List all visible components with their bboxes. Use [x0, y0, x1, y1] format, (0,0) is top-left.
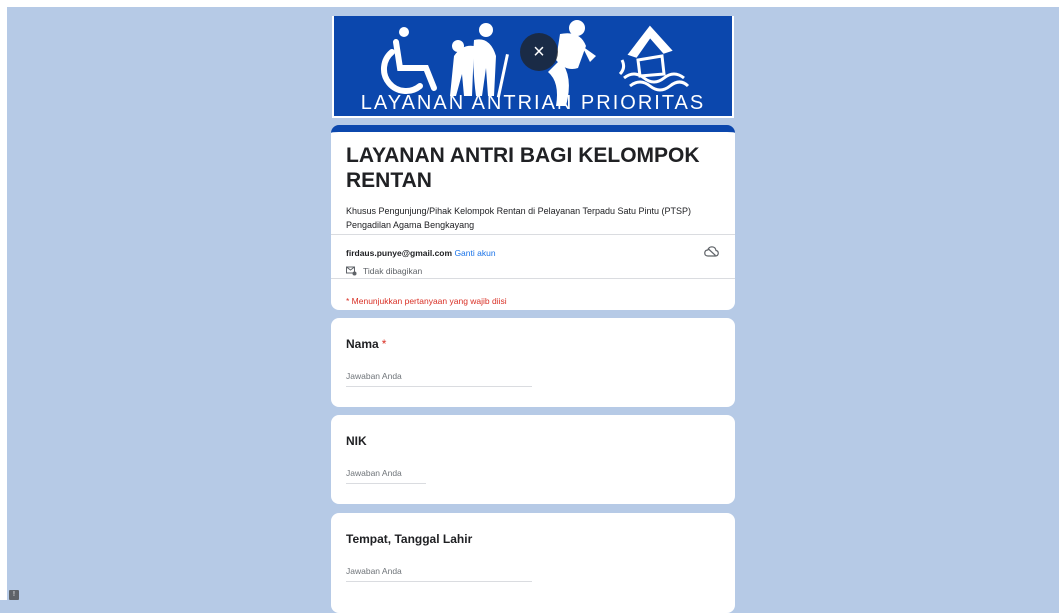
share-status-label: Tidak dibagikan	[363, 266, 423, 276]
close-icon: ×	[533, 41, 545, 63]
answer-input-nama[interactable]: Jawaban Anda	[346, 371, 532, 387]
banner-underline	[334, 116, 732, 118]
question-card-nama: Nama * Jawaban Anda	[331, 318, 735, 407]
question-label: Nama	[346, 337, 379, 351]
flood-disaster-icon	[618, 25, 690, 92]
form-description: Khusus Pengunjung/Pihak Kelompok Rentan …	[346, 206, 692, 230]
question-title: NIK	[346, 434, 367, 448]
account-line: firdaus.punye@gmail.com Ganti akun	[346, 248, 496, 258]
question-card-nik: NIK Jawaban Anda	[331, 415, 735, 504]
report-issue-button[interactable]: !	[9, 590, 19, 600]
question-label: Tempat, Tanggal Lahir	[346, 532, 473, 546]
question-card-ttl: Tempat, Tanggal Lahir Jawaban Anda	[331, 513, 735, 613]
banner-text: LAYANAN ANTRIAN PRIORITAS	[360, 92, 706, 114]
account-email: firdaus.punye@gmail.com	[346, 248, 453, 258]
required-note: * Menunjukkan pertanyaan yang wajib diis…	[346, 296, 507, 306]
answer-input-ttl[interactable]: Jawaban Anda	[346, 566, 532, 582]
wheelchair-icon	[380, 27, 437, 95]
answer-input-nik[interactable]: Jawaban Anda	[346, 468, 426, 484]
header-divider	[331, 234, 735, 235]
cloud-save-icon[interactable]	[704, 246, 719, 257]
required-star: *	[381, 337, 387, 351]
form-header-card: LAYANAN ANTRI BAGI KELOMPOK RENTAN Khusu…	[331, 125, 735, 310]
left-edge	[0, 0, 7, 600]
question-label: NIK	[346, 434, 367, 448]
elderly-couple-icon	[450, 23, 509, 98]
share-status: Tidak dibagikan	[346, 266, 422, 276]
question-title: Tempat, Tanggal Lahir	[346, 532, 472, 546]
not-shared-icon	[346, 266, 357, 276]
top-edge	[0, 0, 1059, 7]
question-title: Nama *	[346, 337, 386, 351]
switch-account-link[interactable]: Ganti akun	[454, 248, 495, 258]
required-divider	[331, 278, 735, 279]
form-title: LAYANAN ANTRI BAGI KELOMPOK RENTAN	[346, 144, 700, 192]
close-overlay-button[interactable]: ×	[520, 33, 558, 71]
